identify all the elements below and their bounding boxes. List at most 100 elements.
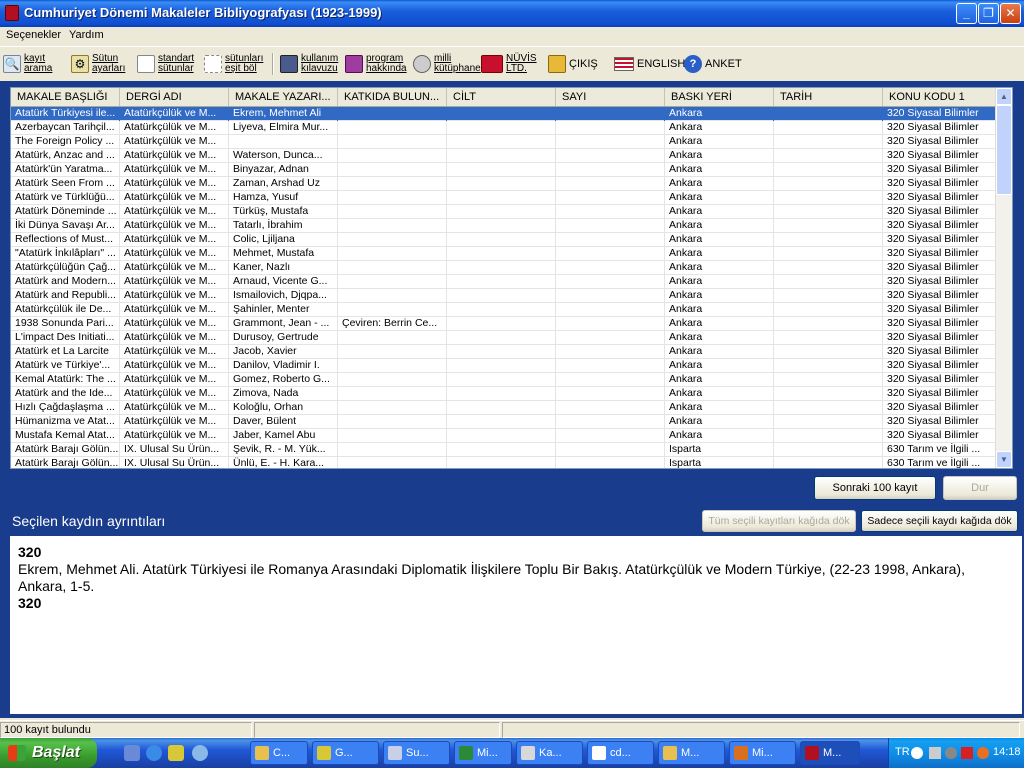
column-header-issue[interactable]: SAYI	[556, 88, 665, 106]
taskbar-button[interactable]: M...	[800, 741, 860, 765]
column-header-volume[interactable]: CİLT	[447, 88, 556, 106]
start-button[interactable]: Başlat	[0, 738, 97, 768]
table-cell: Atatürk Döneminde ...	[11, 205, 120, 219]
table-row[interactable]: Azerbaycan Tarihçil... Atatürkçülük ve M.…	[11, 121, 996, 135]
table-cell: Atatürkçülük ile De...	[11, 303, 120, 317]
table-row[interactable]: İki Dünya Savaşı Ar... Atatürkçülük ve M.…	[11, 219, 996, 233]
stop-button[interactable]: Dur	[943, 476, 1017, 500]
vertical-scrollbar[interactable]: ▲ ▼	[995, 88, 1012, 468]
table-row[interactable]: The Foreign Policy ... Atatürkçülük ve M.…	[11, 135, 996, 149]
column-header-place[interactable]: BASKI YERİ	[665, 88, 774, 106]
close-button[interactable]: ✕	[1000, 3, 1021, 24]
taskbar-button[interactable]: C...	[250, 741, 308, 765]
quicklaunch-ie-icon[interactable]	[146, 745, 162, 761]
taskbar-button[interactable]: cd...	[587, 741, 654, 765]
language-indicator[interactable]: TR	[895, 746, 910, 758]
exit-button[interactable]: ÇIKIŞ	[548, 51, 598, 77]
table-cell: 320 Siyasal Bilimler	[883, 135, 996, 149]
network-icon[interactable]	[929, 747, 941, 759]
minimize-button[interactable]: _	[956, 3, 977, 24]
table-row[interactable]: Atatürk and Republi... Atatürkçülük ve M.…	[11, 289, 996, 303]
scroll-thumb[interactable]	[996, 105, 1012, 195]
table-row[interactable]: Atatürk Türkiyesi ile... Atatürkçülük ve …	[11, 107, 996, 121]
table-cell	[338, 233, 447, 247]
table-row[interactable]: Atatürk ve Türklüğü... Atatürkçülük ve M.…	[11, 191, 996, 205]
results-grid[interactable]: MAKALE BAŞLIĞI DERGİ ADI MAKALE YAZARI..…	[10, 87, 1013, 469]
taskbar-button[interactable]: G...	[312, 741, 379, 765]
column-header-title[interactable]: MAKALE BAŞLIĞI	[11, 88, 120, 106]
table-row[interactable]: Atatürk'ün Yaratma... Atatürkçülük ve M..…	[11, 163, 996, 177]
table-row[interactable]: Mustafa Kemal Atat... Atatürkçülük ve M..…	[11, 429, 996, 443]
column-header-contributor[interactable]: KATKIDA BULUN...	[338, 88, 447, 106]
column-settings-button[interactable]: ⚙ Sütun ayarları	[71, 51, 125, 77]
table-row[interactable]: Atatürk Barajı Gölün... IX. Ulusal Su Ürü…	[11, 457, 996, 468]
tray-chevron-icon[interactable]	[911, 747, 923, 759]
table-cell: Tatarlı, İbrahim	[229, 219, 338, 233]
table-row[interactable]: Hümanizma ve Atat... Atatürkçülük ve M...…	[11, 415, 996, 429]
scroll-down-button[interactable]: ▼	[996, 451, 1012, 468]
table-cell: 320 Siyasal Bilimler	[883, 177, 996, 191]
equal-columns-button[interactable]: sütunları eşit böl	[204, 51, 263, 77]
english-button[interactable]: ENGLISH	[614, 51, 685, 77]
scroll-up-button[interactable]: ▲	[996, 88, 1012, 105]
table-row[interactable]: 1938 Sonunda Pari... Atatürkçülük ve M...…	[11, 317, 996, 331]
clock[interactable]: 14:18	[993, 746, 1021, 758]
taskbar-button[interactable]: Ka...	[516, 741, 583, 765]
table-cell	[556, 387, 665, 401]
table-cell	[774, 191, 883, 205]
quicklaunch-desktop-icon[interactable]	[124, 745, 140, 761]
table-row[interactable]: "Atatürk İnkılâpları" ... Atatürkçülük ve…	[11, 247, 996, 261]
next-records-button[interactable]: Sonraki 100 kayıt	[814, 476, 936, 500]
nuvis-ltd-button[interactable]: NÜVİS LTD.	[481, 51, 537, 77]
quicklaunch-app-icon[interactable]	[168, 745, 184, 761]
antivirus-icon[interactable]	[961, 747, 973, 759]
table-cell: 320 Siyasal Bilimler	[883, 429, 996, 443]
about-program-button[interactable]: program hakkında	[345, 51, 407, 77]
taskbar-button[interactable]: Mi...	[729, 741, 796, 765]
national-library-button[interactable]: milli kütüphane	[413, 51, 481, 77]
task-label: Ka...	[539, 747, 562, 759]
table-cell	[774, 177, 883, 191]
table-cell: Azerbaycan Tarihçil...	[11, 121, 120, 135]
table-cell: Atatürk and the Ide...	[11, 387, 120, 401]
task-app-icon	[317, 746, 331, 760]
table-row[interactable]: L'impact Des Initiati... Atatürkçülük ve …	[11, 331, 996, 345]
table-row[interactable]: Atatürk Barajı Gölün... IX. Ulusal Su Ürü…	[11, 443, 996, 457]
menu-secenekler[interactable]: Seçenekler	[6, 29, 61, 41]
table-row[interactable]: Reflections of Must... Atatürkçülük ve M.…	[11, 233, 996, 247]
taskbar-button[interactable]: M...	[658, 741, 725, 765]
print-all-selected-button[interactable]: Tüm seçili kayıtları kağıda dök	[702, 510, 856, 532]
standard-columns-button[interactable]: standart sütunlar	[137, 51, 194, 77]
table-row[interactable]: Atatürk Seen From ... Atatürkçülük ve M..…	[11, 177, 996, 191]
table-row[interactable]: Kemal Atatürk: The ... Atatürkçülük ve M.…	[11, 373, 996, 387]
table-row[interactable]: Hızlı Çağdaşlaşma ... Atatürkçülük ve M..…	[11, 401, 996, 415]
table-row[interactable]: Atatürk et La Larcite Atatürkçülük ve M..…	[11, 345, 996, 359]
menu-yardim[interactable]: Yardım	[69, 29, 104, 41]
settings-tray-icon[interactable]	[945, 747, 957, 759]
user-manual-button[interactable]: kullanım kılavuzu	[280, 51, 338, 77]
table-row[interactable]: Atatürkçülüğün Çağ... Atatürkçülük ve M..…	[11, 261, 996, 275]
maximize-button[interactable]: ❐	[978, 3, 999, 24]
app-icon[interactable]	[5, 5, 19, 21]
quicklaunch-search-icon[interactable]	[192, 745, 208, 761]
column-header-date[interactable]: TARİH	[774, 88, 883, 106]
table-row[interactable]: Atatürk ve Türkiye'... Atatürkçülük ve M.…	[11, 359, 996, 373]
table-row[interactable]: Atatürk Döneminde ... Atatürkçülük ve M..…	[11, 205, 996, 219]
print-selected-button[interactable]: Sadece seçili kaydı kağıda dök	[861, 510, 1018, 532]
column-header-author[interactable]: MAKALE YAZARI...	[229, 88, 338, 106]
survey-button[interactable]: ? ANKET	[684, 51, 742, 77]
table-cell: 320 Siyasal Bilimler	[883, 345, 996, 359]
table-cell: Ankara	[665, 401, 774, 415]
column-header-subject-code[interactable]: KONU KODU 1	[883, 88, 1001, 106]
table-row[interactable]: Atatürk and Modern... Atatürkçülük ve M..…	[11, 275, 996, 289]
table-row[interactable]: Atatürkçülük ile De... Atatürkçülük ve M.…	[11, 303, 996, 317]
search-records-button[interactable]: 🔍 kayıt arama	[3, 51, 52, 77]
table-cell	[774, 443, 883, 457]
update-icon[interactable]	[977, 747, 989, 759]
details-code-top: 320	[18, 544, 42, 560]
column-header-journal[interactable]: DERGİ ADI	[120, 88, 229, 106]
table-row[interactable]: Atatürk and the Ide... Atatürkçülük ve M.…	[11, 387, 996, 401]
table-row[interactable]: Atatürk, Anzac and ... Atatürkçülük ve M.…	[11, 149, 996, 163]
taskbar-button[interactable]: Su...	[383, 741, 450, 765]
taskbar-button[interactable]: Mi...	[454, 741, 512, 765]
